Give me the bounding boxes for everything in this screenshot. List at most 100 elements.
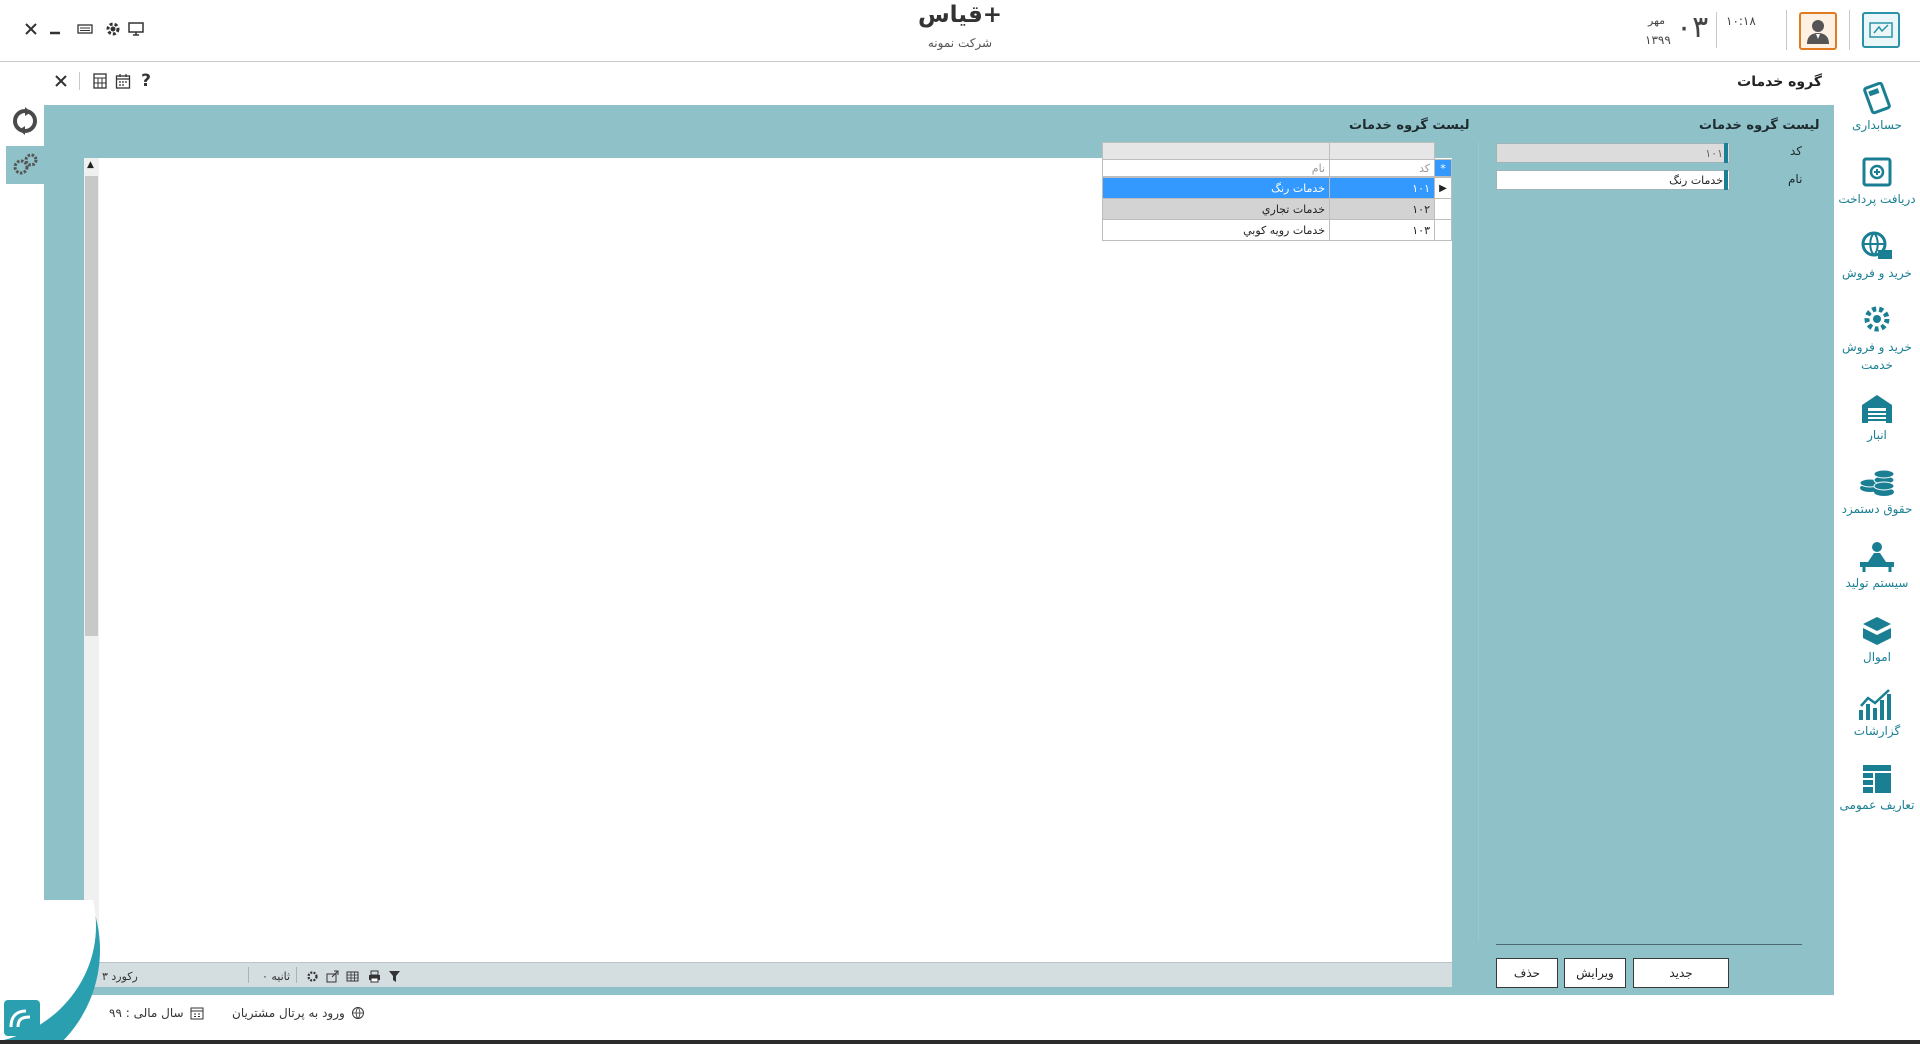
grid-status-bar: ۳ رکورد ۰ ثانیه [84, 962, 1452, 987]
left-rail [0, 105, 44, 995]
box-icon [1863, 617, 1891, 645]
grid-panel-title: لیست گروه خدمات [1349, 118, 1470, 133]
calendar-button[interactable] [112, 70, 134, 92]
remote-desktop-button[interactable] [124, 16, 150, 42]
divider [1786, 10, 1787, 50]
grid-cell-name[interactable]: خدمات رنگ [1102, 177, 1330, 199]
close-window-button[interactable] [18, 16, 44, 42]
code-field[interactable]: ۱۰۱ [1496, 143, 1730, 163]
app-logo[interactable] [1862, 12, 1900, 48]
taskbar-edge [0, 1040, 1920, 1044]
gear-icon [106, 22, 120, 36]
filter-name-cell[interactable] [1102, 142, 1330, 160]
name-field[interactable]: خدمات رنگ [1496, 170, 1730, 190]
filter-button[interactable] [388, 967, 401, 985]
elapsed-time: ۰ ثانیه [262, 969, 291, 983]
portal-text: ورود به پرتال مشتریان [232, 1006, 345, 1020]
divider [1849, 10, 1850, 50]
grid-cell-code[interactable]: ۱۰۱ [1329, 177, 1435, 199]
sidebar-item-production[interactable]: سیستم تولید [1834, 540, 1920, 590]
services-grid: نام کد * خدمات رنگ ۱۰۱ ▶ خدمات تجاري ۱۰۲… [1102, 142, 1452, 246]
refresh-button[interactable] [6, 102, 44, 140]
new-row-indicator[interactable]: * [1434, 159, 1452, 177]
divider [248, 967, 249, 983]
factory-worker-icon [1860, 542, 1894, 572]
sidebar-item-purchase-sales[interactable]: خرید و فروش [1834, 230, 1920, 280]
sidebar-item-label: انبار [1867, 428, 1887, 442]
coins-icon [1859, 469, 1895, 496]
sidebar-item-payroll[interactable]: حقوق دستمزد [1834, 466, 1920, 516]
grid-cell-name[interactable]: خدمات رویه کوبي [1102, 219, 1330, 241]
printer-icon [369, 970, 380, 982]
gear-icon [307, 970, 318, 982]
form-toolbar [0, 63, 1834, 105]
column-header-name[interactable]: نام [1102, 159, 1330, 177]
sidebar-item-label: حقوق دستمزد [1841, 502, 1913, 516]
grid-cell-name[interactable]: خدمات تجاري [1102, 198, 1330, 220]
buttons-divider [1496, 944, 1802, 945]
sidebar-item-label: تعاریف عمومی [1839, 798, 1915, 812]
sidebar-item-assets[interactable]: اموال [1834, 614, 1920, 664]
customer-portal-link[interactable]: ورود به پرتال مشتریان [232, 1006, 365, 1020]
export-button[interactable] [326, 967, 339, 985]
sidebar-item-warehouse[interactable]: انبار [1834, 392, 1920, 442]
table-icon [1863, 765, 1891, 793]
field-accent [1724, 143, 1728, 163]
new-button[interactable]: جدید [1633, 958, 1729, 988]
gears-icon [13, 153, 38, 175]
grid-settings-button[interactable] [306, 967, 319, 985]
sidebar-item-label: خرید و فروش [1842, 266, 1912, 280]
vertical-scrollbar[interactable]: ▲ ▼ [84, 158, 99, 962]
calculator-icon [1863, 82, 1891, 115]
sidebar-item-reports[interactable]: گزارشات [1834, 688, 1920, 738]
grid-panel [84, 158, 1452, 962]
calculator-button[interactable] [89, 70, 111, 92]
fiscal-year-text: سال مالی : ۹۹ [109, 1006, 184, 1020]
delete-button[interactable]: حذف [1496, 958, 1558, 988]
monitor-icon [128, 22, 144, 36]
sidebar-item-label: حسابداری [1852, 118, 1902, 132]
name-label: نام [1788, 172, 1803, 186]
date-year: ۱۳۹۹ [1645, 33, 1671, 47]
globe-cart-icon [1861, 231, 1892, 259]
sidebar-item-receipts-payments[interactable]: دریافت پرداخت [1834, 156, 1920, 206]
current-row-indicator[interactable]: ▶ [1434, 177, 1452, 199]
safe-icon [1862, 157, 1892, 187]
calendar-icon [115, 74, 131, 89]
company-name: شرکت نمونه [927, 36, 993, 50]
user-avatar[interactable] [1799, 12, 1837, 50]
sidebar-item-label: گزارشات [1853, 724, 1901, 738]
brand-logo-icon [4, 1000, 40, 1036]
scroll-up-icon[interactable]: ▲ [87, 160, 94, 170]
user-icon [1807, 20, 1829, 44]
sidebar-item-label: دریافت پرداخت [1838, 192, 1916, 206]
scrollbar-thumb[interactable] [85, 176, 98, 636]
sidebar-item-general-definitions[interactable]: تعاریف عمومی [1834, 762, 1920, 812]
edit-button[interactable]: ویرایش [1564, 958, 1626, 988]
print-button[interactable] [368, 967, 381, 985]
fiscal-year-indicator[interactable]: سال مالی : ۹۹ [109, 1006, 204, 1020]
filter-code-cell[interactable] [1329, 142, 1435, 160]
sidebar-item-accounting[interactable]: حسابداری [1834, 82, 1920, 132]
app-title: قیاس+ [917, 2, 1003, 28]
field-accent [1724, 170, 1728, 190]
grid-cell-code[interactable]: ۱۰۲ [1329, 198, 1435, 220]
row-indicator[interactable] [1434, 219, 1452, 241]
corner-decoration [0, 900, 120, 1044]
row-indicator[interactable] [1434, 198, 1452, 220]
date-month: مهر [1648, 14, 1666, 27]
grid-view-button[interactable] [346, 967, 359, 985]
close-form-button[interactable] [50, 70, 72, 92]
grid-cell-code[interactable]: ۱۰۳ [1329, 219, 1435, 241]
sidebar-item-service-sales[interactable]: خرید و فروش خدمت [1834, 302, 1920, 374]
help-button[interactable]: ? [135, 70, 157, 92]
minimize-icon [50, 31, 60, 35]
settings-button[interactable] [100, 16, 126, 42]
globe-icon [351, 1007, 364, 1019]
services-shortcut-button[interactable] [6, 146, 44, 184]
column-header-code[interactable]: کد [1329, 159, 1435, 177]
minimize-window-button[interactable] [42, 16, 68, 42]
divider [1716, 12, 1717, 48]
keyboard-button[interactable] [72, 16, 98, 42]
clock-time: ۱۰:۱۸ [1726, 14, 1756, 28]
